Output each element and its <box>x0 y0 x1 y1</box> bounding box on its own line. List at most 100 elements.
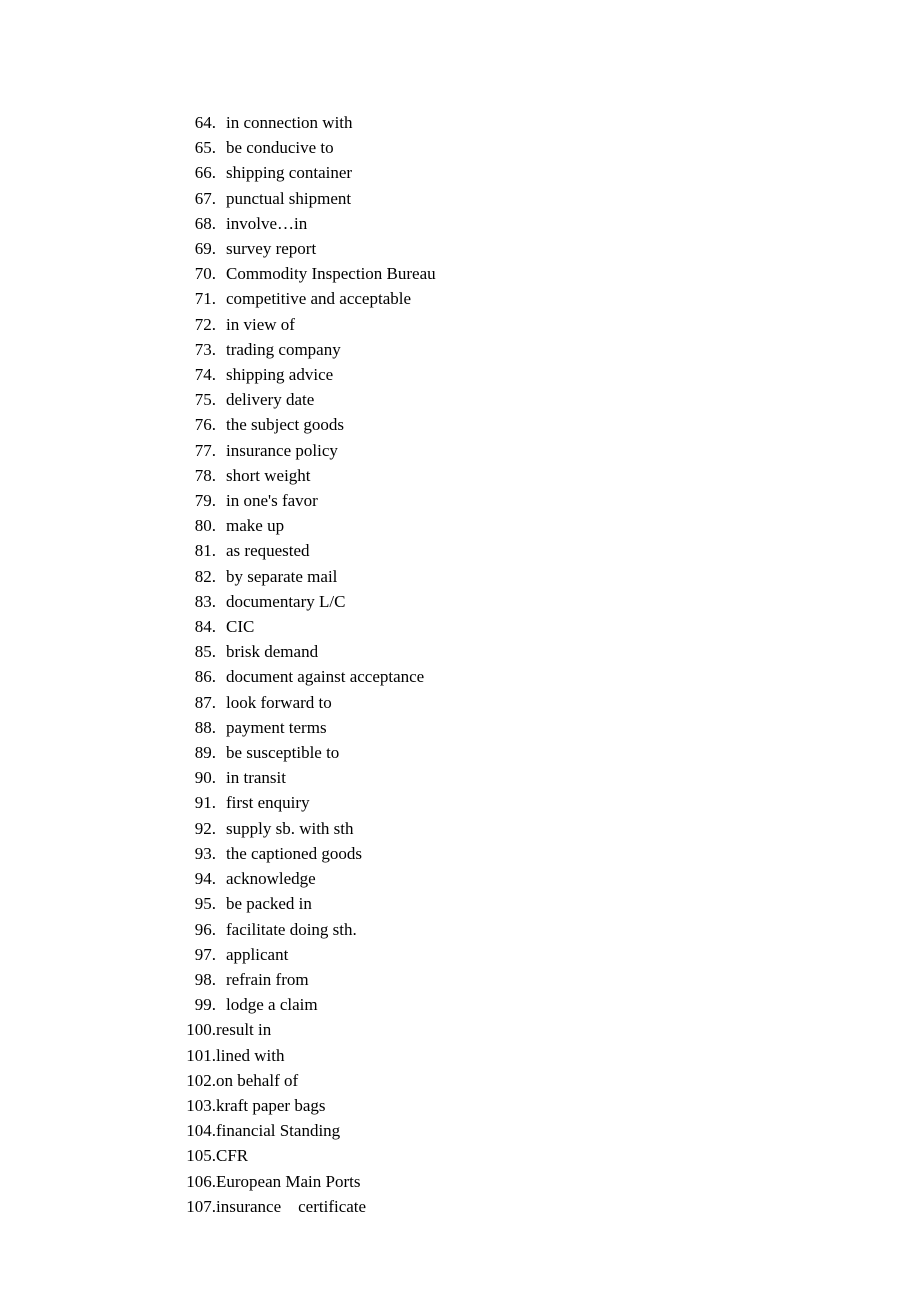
item-gap <box>216 312 226 337</box>
item-gap <box>216 211 226 236</box>
item-number: 76. <box>178 412 216 437</box>
item-number: 104. <box>178 1118 216 1143</box>
item-gap <box>216 765 226 790</box>
list-item: 64.in connection with <box>178 110 920 135</box>
list-item: 66.shipping container <box>178 160 920 185</box>
item-number: 91. <box>178 790 216 815</box>
list-item: 84.CIC <box>178 614 920 639</box>
item-gap <box>216 790 226 815</box>
item-number: 99. <box>178 992 216 1017</box>
list-item: 102.on behalf of <box>178 1068 920 1093</box>
item-gap <box>216 664 226 689</box>
item-gap <box>216 412 226 437</box>
item-number: 83. <box>178 589 216 614</box>
list-item: 105.CFR <box>178 1143 920 1168</box>
item-gap <box>216 261 226 286</box>
item-gap <box>216 816 226 841</box>
list-item: 78.short weight <box>178 463 920 488</box>
item-number: 81. <box>178 538 216 563</box>
item-term: applicant <box>226 942 288 967</box>
list-item: 81. as requested <box>178 538 920 563</box>
item-term: insurance policy <box>226 438 338 463</box>
item-number: 71. <box>178 286 216 311</box>
list-item: 80.make up <box>178 513 920 538</box>
item-gap <box>216 387 226 412</box>
list-item: 88. payment terms <box>178 715 920 740</box>
item-term: on behalf of <box>216 1068 298 1093</box>
list-item: 86. document against acceptance <box>178 664 920 689</box>
item-number: 86. <box>178 664 216 689</box>
item-term: in view of <box>226 312 295 337</box>
list-item: 76. the subject goods <box>178 412 920 437</box>
item-number: 100. <box>178 1017 216 1042</box>
item-term: the captioned goods <box>226 841 362 866</box>
item-number: 90. <box>178 765 216 790</box>
list-item: 98. refrain from <box>178 967 920 992</box>
item-number: 105. <box>178 1143 216 1168</box>
list-item: 73.trading company <box>178 337 920 362</box>
item-term: in one's favor <box>226 488 318 513</box>
item-term: facilitate doing sth. <box>226 917 357 942</box>
item-term: kraft paper bags <box>216 1093 326 1118</box>
item-gap <box>216 337 226 362</box>
item-number: 96. <box>178 917 216 942</box>
list-item: 87.look forward to <box>178 690 920 715</box>
item-gap <box>216 891 226 916</box>
item-term: trading company <box>226 337 341 362</box>
item-term: involve…in <box>226 211 307 236</box>
item-gap <box>216 463 226 488</box>
item-term: in transit <box>226 765 286 790</box>
list-item: 85.brisk demand <box>178 639 920 664</box>
item-gap <box>216 841 226 866</box>
item-number: 67. <box>178 186 216 211</box>
item-term: make up <box>226 513 284 538</box>
item-term: competitive and acceptable <box>226 286 411 311</box>
item-term: first enquiry <box>226 790 310 815</box>
list-item: 77. insurance policy <box>178 438 920 463</box>
list-item: 72.in view of <box>178 312 920 337</box>
item-number: 85. <box>178 639 216 664</box>
item-number: 87. <box>178 690 216 715</box>
item-number: 88. <box>178 715 216 740</box>
item-term: supply sb. with sth <box>226 816 354 841</box>
item-term: acknowledge <box>226 866 316 891</box>
list-item: 100.result in <box>178 1017 920 1042</box>
item-number: 82. <box>178 564 216 589</box>
item-term: delivery date <box>226 387 314 412</box>
item-gap <box>216 690 226 715</box>
item-term: refrain from <box>226 967 309 992</box>
item-term: document against acceptance <box>226 664 424 689</box>
item-term: the subject goods <box>226 412 344 437</box>
item-gap <box>216 236 226 261</box>
list-item: 107.insurance certificate <box>178 1194 920 1219</box>
item-number: 84. <box>178 614 216 639</box>
item-gap <box>216 589 226 614</box>
item-term: financial Standing <box>216 1118 340 1143</box>
item-gap <box>216 715 226 740</box>
item-number: 65. <box>178 135 216 160</box>
list-item: 101.lined with <box>178 1043 920 1068</box>
list-item: 106.European Main Ports <box>178 1169 920 1194</box>
list-item: 96. facilitate doing sth. <box>178 917 920 942</box>
item-number: 64. <box>178 110 216 135</box>
item-term: payment terms <box>226 715 327 740</box>
list-item: 92.supply sb. with sth <box>178 816 920 841</box>
item-term: CFR <box>216 1143 248 1168</box>
item-term: shipping container <box>226 160 352 185</box>
item-term: Commodity Inspection Bureau <box>226 261 436 286</box>
item-gap <box>216 362 226 387</box>
item-term: as requested <box>226 538 310 563</box>
item-term: be conducive to <box>226 135 334 160</box>
item-gap <box>216 286 226 311</box>
list-item: 71. competitive and acceptable <box>178 286 920 311</box>
item-number: 77. <box>178 438 216 463</box>
list-item: 97.applicant <box>178 942 920 967</box>
item-term: lined with <box>216 1043 284 1068</box>
list-item: 93.the captioned goods <box>178 841 920 866</box>
item-gap <box>216 917 226 942</box>
item-number: 95. <box>178 891 216 916</box>
item-number: 98. <box>178 967 216 992</box>
item-gap <box>216 513 226 538</box>
item-gap <box>216 740 226 765</box>
item-term: documentary L/C <box>226 589 345 614</box>
